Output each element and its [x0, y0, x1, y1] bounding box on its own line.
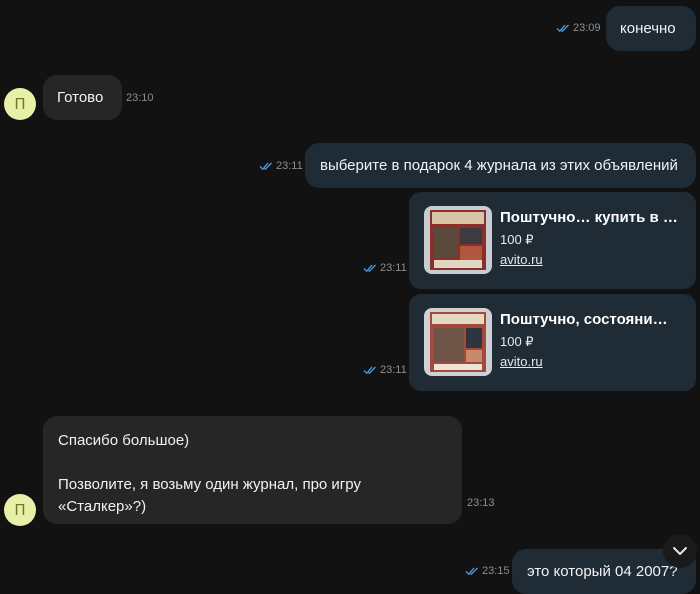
- message-time: 23:09: [573, 22, 601, 34]
- double-check-icon: [556, 24, 569, 33]
- message-time: 23:11: [380, 262, 407, 274]
- chevron-down-icon: [673, 547, 687, 555]
- avatar[interactable]: П: [4, 88, 36, 120]
- listing-link[interactable]: avito.ru: [500, 252, 543, 267]
- incoming-message[interactable]: Готово: [43, 75, 122, 120]
- listing-price: 100 ₽: [500, 334, 534, 349]
- message-meta: 23:15: [465, 565, 510, 577]
- message-meta: 23:11: [363, 262, 407, 274]
- listing-price: 100 ₽: [500, 232, 534, 247]
- listing-link[interactable]: avito.ru: [500, 354, 543, 369]
- link-preview-card[interactable]: Поштучно, состояни… 100 ₽ avito.ru: [409, 294, 696, 391]
- message-meta: 23:10: [126, 92, 154, 104]
- message-meta: 23:11: [363, 364, 407, 376]
- message-time: 23:11: [276, 160, 303, 172]
- message-time: 23:10: [126, 92, 154, 104]
- scroll-to-bottom-button[interactable]: [663, 534, 697, 568]
- outgoing-message[interactable]: конечно: [606, 6, 696, 51]
- message-line: «Сталкер»?): [58, 498, 147, 515]
- message-meta: 23:09: [556, 22, 601, 34]
- message-time: 23:11: [380, 364, 407, 376]
- listing-title: Поштучно, состояни…: [500, 311, 668, 328]
- link-preview-card[interactable]: Поштучно… купить в … 100 ₽ avito.ru: [409, 192, 696, 289]
- avatar-initial: П: [14, 95, 26, 113]
- message-line: Позволите, я возьму один журнал, про игр…: [58, 476, 361, 493]
- listing-title: Поштучно… купить в …: [500, 209, 678, 226]
- message-text: конечно: [620, 20, 676, 37]
- avatar[interactable]: П: [4, 494, 36, 526]
- outgoing-message[interactable]: выберите в подарок 4 журнала из этих объ…: [305, 143, 696, 188]
- message-time: 23:13: [467, 497, 495, 509]
- message-text: выберите в подарок 4 журнала из этих объ…: [320, 157, 678, 174]
- message-meta: 23:13: [467, 497, 495, 509]
- double-check-icon: [363, 264, 376, 273]
- double-check-icon: [363, 366, 376, 375]
- double-check-icon: [465, 567, 478, 576]
- incoming-message[interactable]: Спасибо большое) Позволите, я возьму оди…: [43, 416, 462, 524]
- message-text: Готово: [57, 89, 104, 106]
- listing-thumbnail[interactable]: [424, 308, 492, 376]
- message-time: 23:15: [482, 565, 510, 577]
- avatar-initial: П: [14, 501, 26, 519]
- message-text: это который 04 2007?: [527, 563, 678, 580]
- message-meta: 23:11: [259, 160, 303, 172]
- double-check-icon: [259, 162, 272, 171]
- message-line: Спасибо большое): [58, 432, 190, 449]
- listing-thumbnail[interactable]: [424, 206, 492, 274]
